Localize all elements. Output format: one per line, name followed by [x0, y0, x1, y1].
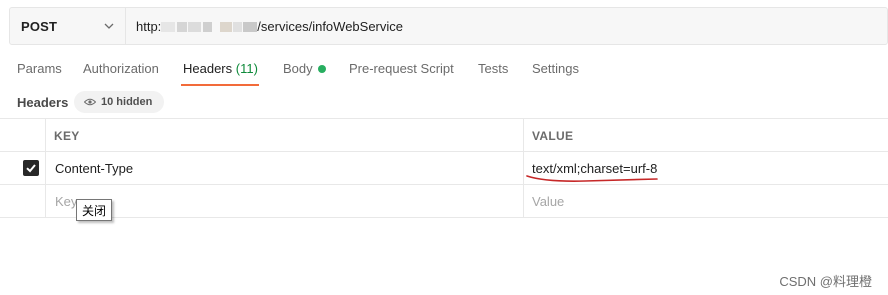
- tab-tests[interactable]: Tests: [478, 61, 508, 76]
- table-row: Content-Type text/xml;charset=urf-8: [0, 152, 888, 185]
- red-underline-annotation: [526, 175, 658, 182]
- tab-authorization[interactable]: Authorization: [83, 61, 159, 76]
- tab-label: Tests: [478, 61, 509, 76]
- headers-section-title: Headers: [17, 95, 69, 110]
- tab-label: Settings: [532, 61, 579, 76]
- checkmark-icon: [26, 164, 36, 173]
- tab-label: Body: [283, 61, 313, 76]
- redacted-block: [203, 22, 213, 32]
- tab-label: Pre-request Script: [349, 61, 454, 76]
- redacted-block: [233, 22, 243, 32]
- row-enabled-checkbox[interactable]: [23, 160, 39, 176]
- redacted-block: [161, 22, 176, 32]
- tab-body[interactable]: Body: [283, 61, 326, 76]
- column-header-value: VALUE: [532, 129, 574, 143]
- redacted-block: [177, 22, 188, 32]
- hidden-headers-label: 10 hidden: [101, 96, 153, 108]
- method-selector[interactable]: POST: [10, 8, 126, 44]
- tab-label: Headers: [183, 61, 233, 76]
- tab-headers[interactable]: Headers (11): [183, 61, 258, 76]
- url-suffix: /services/infoWebService: [257, 19, 404, 34]
- request-url-bar: POST http: /services/infoWebService: [9, 7, 888, 45]
- redacted-block: [220, 22, 233, 32]
- headers-count: (11): [235, 61, 258, 76]
- redacted-block: [243, 22, 258, 32]
- new-key-input[interactable]: Key: [55, 194, 77, 209]
- table-header-row: KEY VALUE: [0, 118, 888, 152]
- tab-label: Authorization: [83, 61, 159, 76]
- table-row: Key Value: [0, 185, 888, 218]
- watermark: CSDN @料理橙: [779, 274, 872, 289]
- new-value-input[interactable]: Value: [532, 194, 564, 209]
- tab-label: Params: [17, 61, 62, 76]
- eye-icon: [84, 98, 96, 106]
- tab-pre-request-script[interactable]: Pre-request Script: [349, 61, 454, 76]
- close-tooltip: 关闭: [76, 199, 113, 221]
- redacted-block: [188, 22, 202, 32]
- method-label: POST: [21, 18, 58, 34]
- column-divider: [523, 118, 524, 218]
- request-tabs: Params Authorization Headers (11) Body P…: [0, 61, 888, 87]
- url-prefix: http:: [136, 19, 162, 34]
- column-header-key: KEY: [54, 129, 80, 143]
- active-tab-indicator: [181, 84, 259, 86]
- column-divider: [45, 118, 46, 218]
- header-key-cell[interactable]: Content-Type: [55, 161, 133, 176]
- body-status-dot: [317, 65, 326, 73]
- tab-settings[interactable]: Settings: [532, 61, 579, 76]
- tab-params[interactable]: Params: [17, 61, 62, 76]
- chevron-down-icon: [104, 23, 114, 29]
- url-input[interactable]: http: /services/infoWebService: [136, 19, 403, 34]
- hidden-headers-toggle[interactable]: 10 hidden: [74, 91, 164, 113]
